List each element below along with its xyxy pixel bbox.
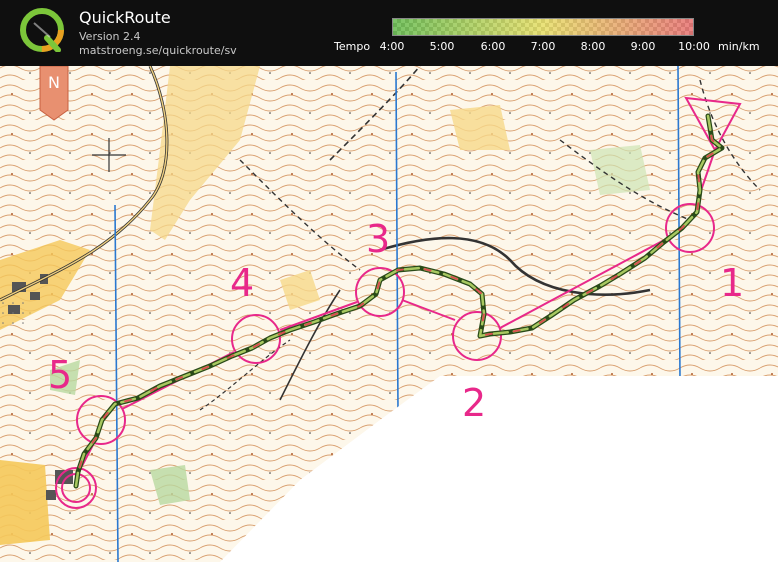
tempo-tick: 9:00 bbox=[630, 40, 656, 53]
control-number-3: 3 bbox=[366, 217, 390, 261]
orienteering-map[interactable]: N 1 2 3 4 5 bbox=[0, 66, 778, 562]
control-number-4: 4 bbox=[230, 261, 254, 305]
tempo-unit: min/km bbox=[718, 40, 760, 53]
header-bar: QuickRoute Version 2.4 matstroeng.se/qui… bbox=[0, 0, 778, 66]
quickroute-view: QuickRoute Version 2.4 matstroeng.se/qui… bbox=[0, 0, 778, 562]
quickroute-logo-icon bbox=[20, 8, 64, 52]
tempo-tick: 10:00 bbox=[678, 40, 710, 53]
tempo-label: Tempo bbox=[334, 40, 371, 53]
north-label: N bbox=[48, 73, 60, 92]
app-url-link[interactable]: matstroeng.se/quickroute/sv bbox=[79, 44, 237, 57]
control-number-5: 5 bbox=[48, 353, 72, 397]
tempo-tick: 8:00 bbox=[580, 40, 606, 53]
app-version: Version 2.4 bbox=[79, 30, 141, 43]
control-number-1: 1 bbox=[720, 261, 744, 305]
tempo-color-scale bbox=[392, 18, 694, 36]
tempo-tick: 7:00 bbox=[530, 40, 556, 53]
tempo-tick: 5:00 bbox=[429, 40, 455, 53]
tempo-tick: 6:00 bbox=[480, 40, 506, 53]
north-arrow-icon: N bbox=[39, 66, 69, 121]
app-title: QuickRoute bbox=[79, 8, 171, 27]
tempo-tick: 4:00 bbox=[379, 40, 405, 53]
control-number-2: 2 bbox=[462, 381, 486, 425]
